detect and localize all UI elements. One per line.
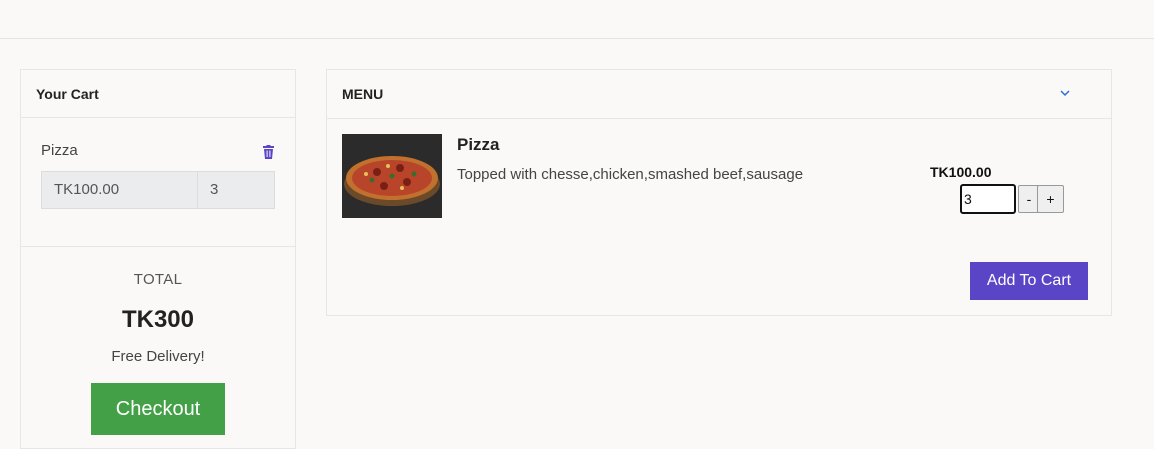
top-bar bbox=[0, 0, 1154, 39]
checkout-button[interactable]: Checkout bbox=[91, 383, 225, 435]
menu-item-description: Topped with chesse,chicken,smashed beef,… bbox=[457, 166, 804, 183]
menu-panel: MENU Pizza Topped with chesse,chicken,sm… bbox=[326, 69, 1112, 316]
cart-item-quantity[interactable]: 3 bbox=[198, 171, 275, 209]
cart-title: Your Cart bbox=[21, 70, 295, 118]
pizza-image bbox=[342, 134, 442, 218]
cart-item-row: TK100.00 3 bbox=[41, 171, 275, 209]
cart-item-price: TK100.00 bbox=[41, 171, 198, 209]
chevron-down-icon[interactable] bbox=[1059, 88, 1071, 98]
menu-header[interactable]: MENU bbox=[327, 70, 1111, 119]
trash-icon[interactable] bbox=[262, 145, 275, 159]
menu-title: MENU bbox=[342, 86, 384, 102]
increment-button[interactable]: + bbox=[1037, 185, 1064, 213]
quantity-input[interactable] bbox=[960, 184, 1016, 214]
add-to-cart-button[interactable]: Add To Cart bbox=[970, 262, 1088, 300]
cart-panel: Your Cart Pizza TK100.00 3 TOTAL TK300 F… bbox=[20, 69, 296, 449]
menu-item-price: TK100.00 bbox=[930, 164, 992, 180]
delivery-text: Free Delivery! bbox=[111, 348, 205, 365]
total-label: TOTAL bbox=[133, 271, 183, 288]
cart-item-name: Pizza bbox=[41, 142, 78, 159]
total-block: TOTAL TK300 Free Delivery! Checkout bbox=[21, 247, 295, 435]
menu-item-name: Pizza bbox=[457, 135, 500, 154]
total-value: TK300 bbox=[121, 306, 195, 333]
cart-item: Pizza TK100.00 3 bbox=[21, 118, 295, 247]
